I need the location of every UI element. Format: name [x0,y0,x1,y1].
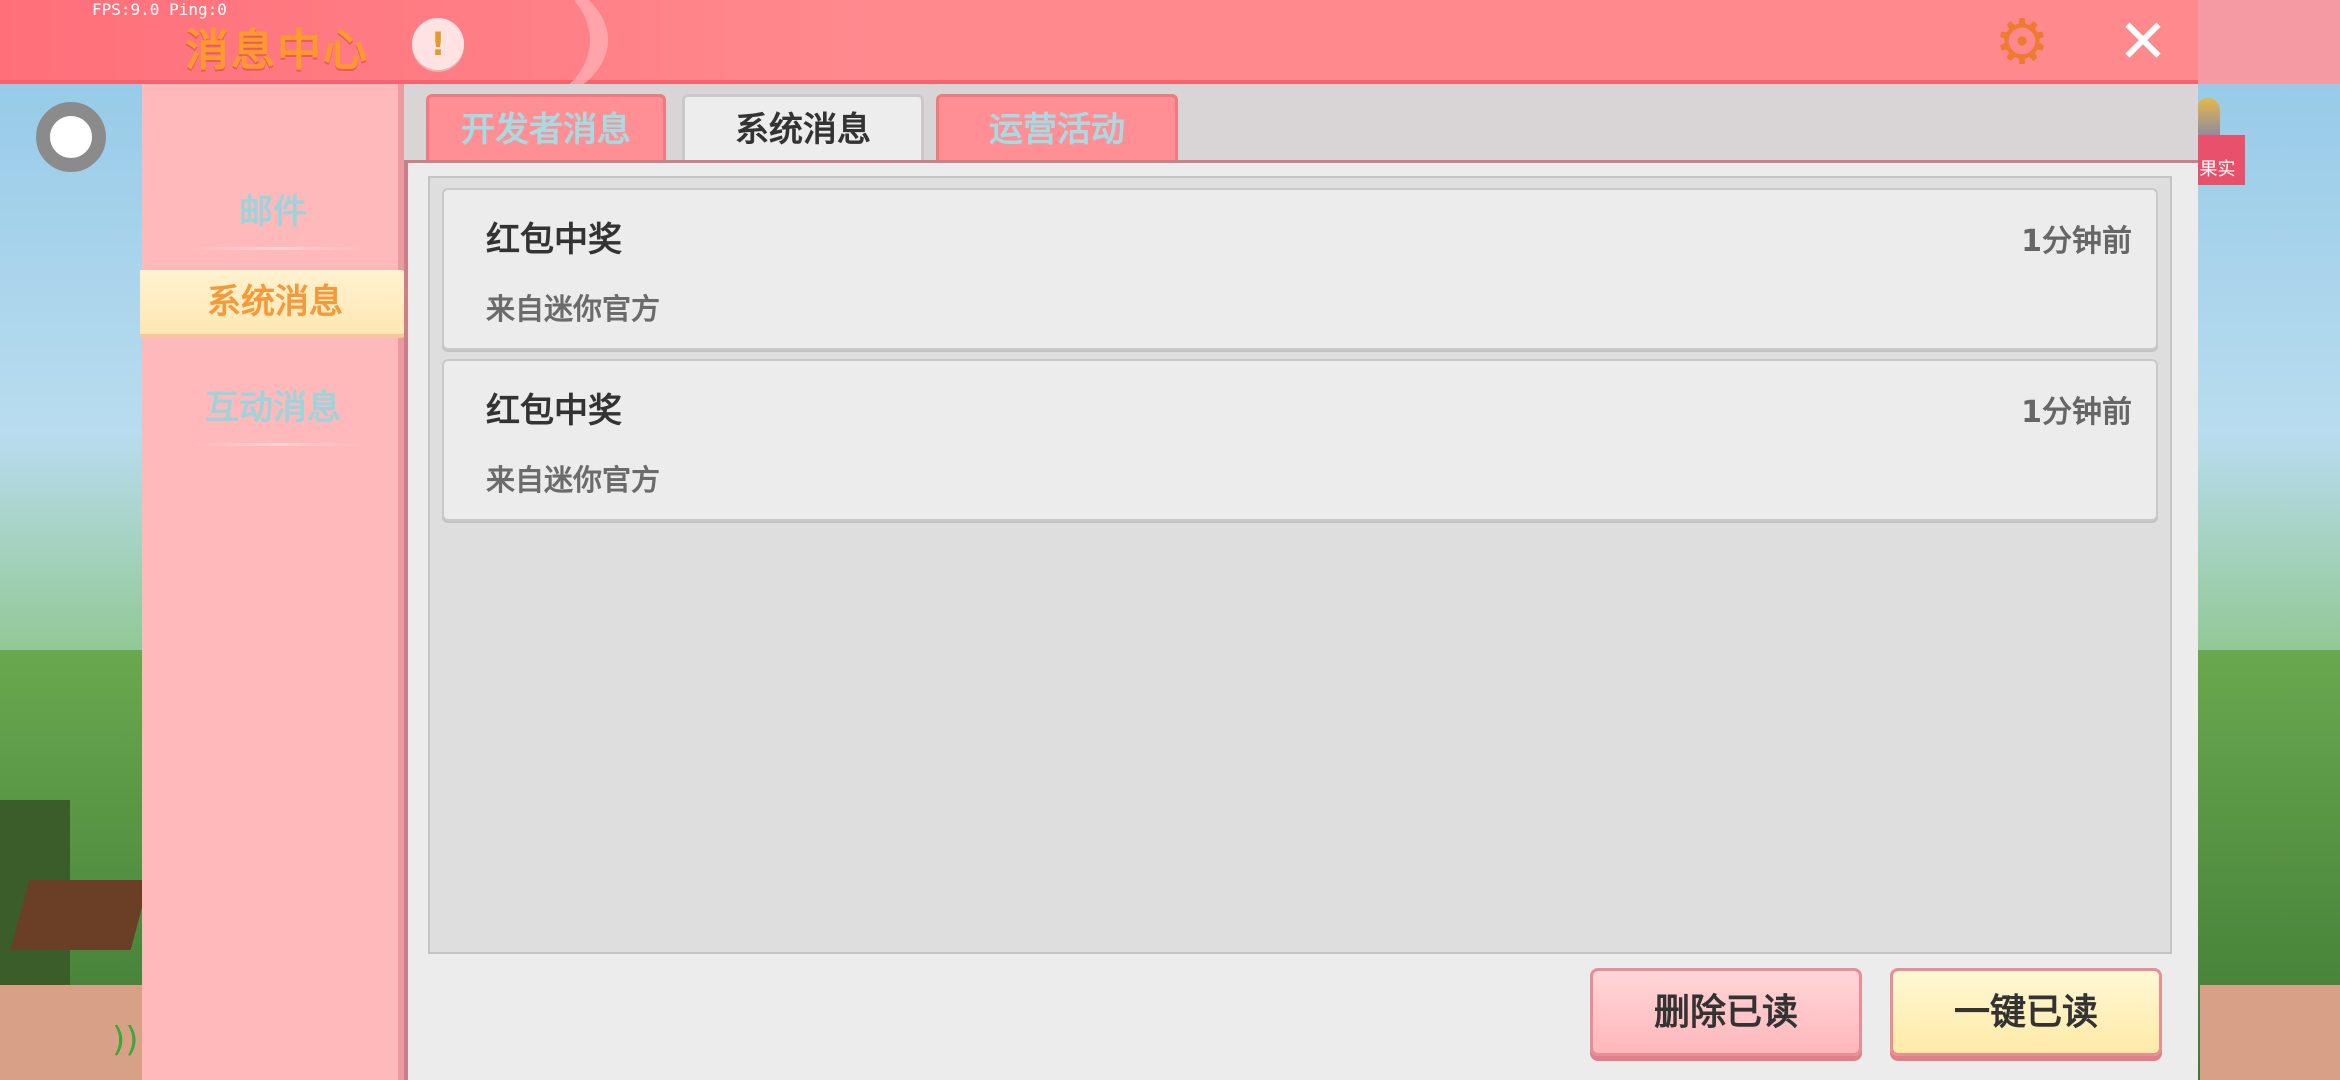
tab-system-messages[interactable]: 系统消息 [682,94,924,162]
wifi-icon: )) [112,1020,139,1060]
message-source: 来自迷你官方 [486,463,661,497]
bottom-right-bar [2200,985,2340,1080]
wood-plank [10,880,150,950]
gear-icon[interactable]: ⚙ [1990,10,2054,74]
tab-bar: 开发者消息 系统消息 运营活动 [404,84,2198,162]
delete-read-button[interactable]: 删除已读 [1590,968,1862,1056]
sidebar-item-label: 系统消息 [207,282,343,322]
tab-developer-messages[interactable]: 开发者消息 [426,94,666,162]
divider [192,247,364,250]
sidebar: 邮件 系统消息 互动消息 [140,84,410,1080]
message-title: 红包中奖 [486,391,622,431]
sidebar-item-label: 互动消息 [205,388,341,428]
list-item[interactable]: 红包中奖 1分钟前 来自迷你官方 [442,188,2158,350]
header-bar: 消息中心 ! ⚙ ✕ [0,0,2198,110]
tab-operations-activity[interactable]: 运营活动 [936,94,1178,162]
sidebar-item-system-messages[interactable]: 系统消息 [140,270,410,334]
message-time: 1分钟前 [2021,395,2132,430]
record-button[interactable] [36,102,106,172]
fruit-tag[interactable]: 果实 [2190,135,2245,185]
sidebar-item-label: 邮件 [239,192,307,232]
divider [192,443,364,446]
sidebar-item-interaction[interactable]: 互动消息 [142,376,404,446]
fps-overlay: FPS:9.0 Ping:0 [92,0,227,19]
message-time: 1分钟前 [2021,224,2132,259]
info-button[interactable]: ! [412,18,464,70]
message-title: 红包中奖 [486,220,622,260]
mark-all-read-button[interactable]: 一键已读 [1890,968,2162,1056]
close-icon[interactable]: ✕ [2114,12,2172,72]
sidebar-item-mail[interactable]: 邮件 [142,180,404,250]
header-extension [2198,0,2340,84]
list-item[interactable]: 红包中奖 1分钟前 来自迷你官方 [442,359,2158,521]
message-source: 来自迷你官方 [486,292,661,326]
page-title: 消息中心 [185,25,369,76]
